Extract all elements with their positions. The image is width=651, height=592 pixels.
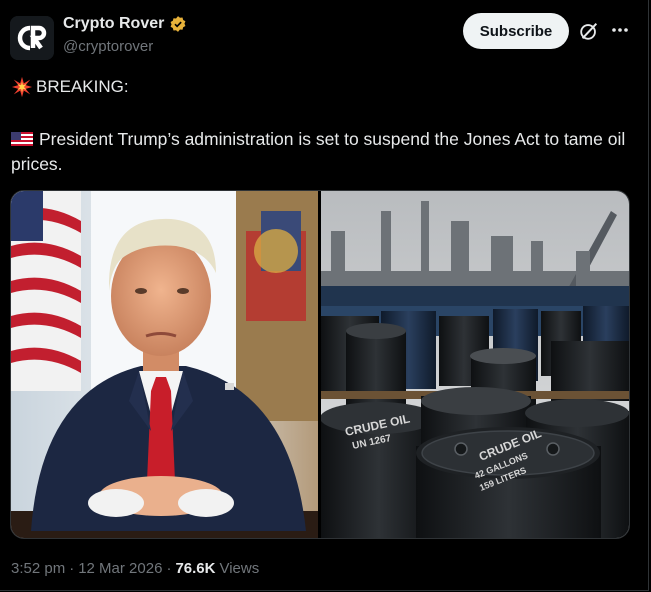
us-flag-icon [11,132,33,146]
more-icon[interactable] [610,20,630,40]
views-count[interactable]: 76.6K [175,560,215,577]
author-avatar[interactable] [10,16,54,60]
tweet-text-line2: President Trump’s administration is set … [11,127,631,177]
author-name-row[interactable]: Crypto Rover [63,15,187,33]
verified-badge-icon [170,16,186,32]
tweet-card: Crypto Rover @cryptorover Subscribe BREA… [0,0,649,591]
author-display-name[interactable]: Crypto Rover [63,15,164,33]
tweet-media[interactable]: CRUDE OIL UN 1267 CRUDE OIL 42 GALLONS 1… [10,190,630,539]
footer-separator-2: · [166,560,172,577]
crypto-rover-logo-icon [10,16,54,60]
tweet-text-line1: BREAKING: [11,76,129,98]
collision-icon [11,76,33,98]
trump-photo[interactable] [11,191,318,538]
grok-icon[interactable] [578,20,600,42]
oil-barrels-photo[interactable]: CRUDE OIL UN 1267 CRUDE OIL 42 GALLONS 1… [321,191,629,538]
author-handle[interactable]: @cryptorover [63,38,153,55]
tweet-time[interactable]: 3:52 pm [11,560,65,577]
breaking-label: BREAKING: [36,77,129,96]
tweet-date[interactable]: 12 Mar 2026 [78,560,162,577]
views-label: Views [219,560,260,577]
tweet-body-text: President Trump’s administration is set … [11,129,626,174]
subscribe-button[interactable]: Subscribe [463,13,569,49]
tweet-footer: 3:52 pm · 12 Mar 2026 · 76.6K Views [11,560,259,577]
footer-separator: · [69,560,75,577]
